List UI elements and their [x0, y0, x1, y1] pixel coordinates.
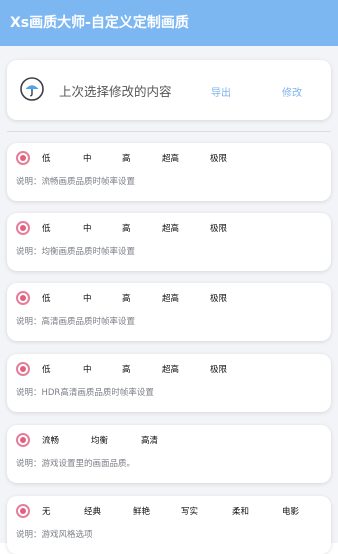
setting-card-balanced-fps: 低 中 高 超高 极限 说明：均衡画质品质时帧率设置 — [7, 213, 331, 271]
option-soft[interactable]: 柔和 — [232, 505, 249, 517]
setting-card-game-style: 无 经典 鲜艳 写实 柔和 电影 说明：游戏风格选项 — [7, 496, 331, 554]
option-extreme[interactable]: 极限 — [210, 152, 227, 164]
radio-selected-icon[interactable] — [16, 433, 30, 447]
radio-selected-icon[interactable] — [16, 362, 30, 376]
app-title-bar: Xs画质大师-自定义定制画质 — [0, 0, 338, 46]
option-classic[interactable]: 经典 — [84, 505, 101, 517]
option-hd[interactable]: 高清 — [141, 434, 158, 446]
option-low[interactable]: 低 — [42, 152, 51, 164]
option-high[interactable]: 高 — [122, 363, 131, 375]
option-low[interactable]: 低 — [42, 222, 51, 234]
export-button[interactable]: 导出 — [211, 84, 231, 99]
option-high[interactable]: 高 — [122, 222, 131, 234]
option-ultra[interactable]: 超高 — [162, 292, 179, 304]
option-extreme[interactable]: 极限 — [210, 292, 227, 304]
option-medium[interactable]: 中 — [83, 152, 92, 164]
setting-description: 说明：流畅画质品质时帧率设置 — [16, 177, 136, 187]
option-ultra[interactable]: 超高 — [162, 222, 179, 234]
setting-card-smooth-fps: 低 中 高 超高 极限 说明：流畅画质品质时帧率设置 — [7, 143, 331, 201]
radio-selected-icon[interactable] — [16, 291, 30, 305]
radio-selected-icon[interactable] — [16, 151, 30, 165]
setting-card-hd-fps: 低 中 高 超高 极限 说明：高清画质品质时帧率设置 — [7, 283, 331, 341]
option-smooth[interactable]: 流畅 — [42, 434, 59, 446]
setting-description: 说明：高清画质品质时帧率设置 — [16, 317, 136, 327]
option-cinema[interactable]: 电影 — [282, 505, 299, 517]
divider — [7, 131, 331, 132]
option-high[interactable]: 高 — [122, 152, 131, 164]
option-ultra[interactable]: 超高 — [162, 152, 179, 164]
app-title: Xs画质大师-自定义定制画质 — [10, 15, 189, 31]
option-extreme[interactable]: 极限 — [210, 363, 227, 375]
setting-card-hdr-fps: 低 中 高 超高 极限 说明：HDR高清画质品质时帧率设置 — [7, 354, 331, 412]
option-low[interactable]: 低 — [42, 292, 51, 304]
radio-selected-icon[interactable] — [16, 504, 30, 518]
main-content: 上次选择修改的内容 导出 修改 低 中 高 超高 极限 说明：流畅画质品质时帧率… — [0, 46, 338, 554]
setting-description: 说明：均衡画质品质时帧率设置 — [16, 247, 136, 257]
option-none[interactable]: 无 — [42, 505, 51, 517]
option-ultra[interactable]: 超高 — [162, 363, 179, 375]
option-balanced[interactable]: 均衡 — [91, 434, 108, 446]
setting-description: 说明：游戏设置里的画面品质。 — [16, 459, 136, 469]
option-high[interactable]: 高 — [122, 292, 131, 304]
option-vivid[interactable]: 鲜艳 — [133, 505, 150, 517]
setting-description: 说明：HDR高清画质品质时帧率设置 — [16, 388, 154, 398]
last-selection-label: 上次选择修改的内容 — [59, 84, 172, 99]
setting-description: 说明：游戏风格选项 — [16, 530, 93, 540]
option-medium[interactable]: 中 — [83, 292, 92, 304]
modify-button[interactable]: 修改 — [282, 84, 302, 99]
option-medium[interactable]: 中 — [83, 363, 92, 375]
option-low[interactable]: 低 — [42, 363, 51, 375]
option-medium[interactable]: 中 — [83, 222, 92, 234]
option-realistic[interactable]: 写实 — [181, 505, 198, 517]
option-extreme[interactable]: 极限 — [210, 222, 227, 234]
radio-selected-icon[interactable] — [16, 221, 30, 235]
last-selection-card: 上次选择修改的内容 导出 修改 — [7, 60, 331, 120]
umbrella-icon — [20, 77, 44, 101]
setting-card-graphics-quality: 流畅 均衡 高清 说明：游戏设置里的画面品质。 — [7, 425, 331, 483]
